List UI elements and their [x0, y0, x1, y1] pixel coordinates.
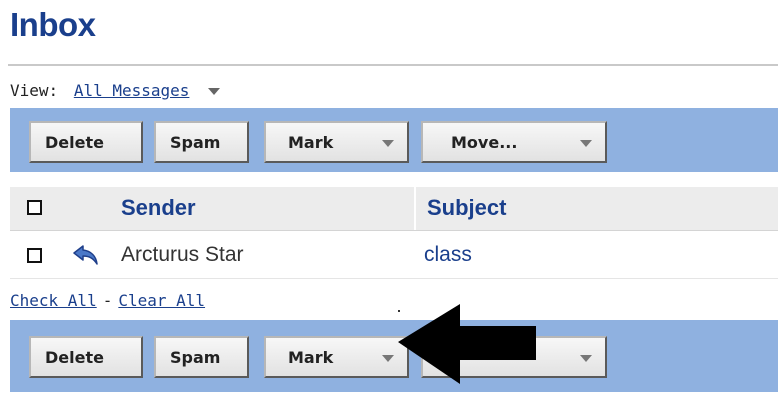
message-checkbox[interactable]	[27, 248, 42, 263]
selection-separator: -	[102, 291, 113, 310]
mark-dropdown-button-bottom[interactable]: Mark	[264, 336, 409, 378]
reply-arrow-icon	[73, 245, 98, 265]
table-header: Sender Subject	[10, 187, 778, 231]
chevron-down-icon	[382, 140, 394, 147]
message-sender[interactable]: Arcturus Star	[121, 243, 244, 267]
spam-button-bottom[interactable]: Spam	[154, 336, 249, 378]
view-label: View:	[10, 81, 59, 100]
spam-button-label: Spam	[170, 347, 221, 367]
view-select-link[interactable]: All Messages	[74, 81, 190, 100]
delete-button[interactable]: Delete	[29, 121, 143, 163]
move-button-label: Move...	[451, 132, 518, 152]
delete-button-label: Delete	[45, 132, 104, 152]
bottom-toolbar: Delete Spam Mark Move...	[10, 320, 778, 392]
page-title: Inbox	[10, 6, 96, 43]
message-subject-link[interactable]: class	[424, 243, 472, 267]
column-divider	[414, 187, 416, 230]
mark-button-label: Mark	[288, 347, 334, 367]
select-all-checkbox[interactable]	[27, 200, 42, 215]
view-filter: View: All Messages	[10, 81, 221, 100]
sender-column-header[interactable]: Sender	[121, 195, 196, 221]
spam-button-label: Spam	[170, 132, 221, 152]
selection-links: Check All - Clear All	[10, 291, 205, 310]
view-dropdown-icon[interactable]	[208, 88, 221, 95]
black-arrow-icon	[398, 304, 536, 384]
move-dropdown-button[interactable]: Move...	[421, 121, 607, 163]
chevron-down-icon	[382, 355, 394, 362]
clear-all-link[interactable]: Clear All	[118, 291, 205, 310]
check-all-link[interactable]: Check All	[10, 291, 97, 310]
mark-dropdown-button[interactable]: Mark	[264, 121, 409, 163]
spam-button[interactable]: Spam	[154, 121, 249, 163]
mark-button-label: Mark	[288, 132, 334, 152]
delete-button-label: Delete	[45, 347, 104, 367]
chevron-down-icon	[580, 355, 592, 362]
subject-column-header[interactable]: Subject	[427, 195, 506, 221]
top-toolbar: Delete Spam Mark Move...	[10, 108, 778, 172]
delete-button-bottom[interactable]: Delete	[29, 336, 143, 378]
chevron-down-icon	[580, 140, 592, 147]
title-divider	[8, 64, 778, 66]
table-row[interactable]: Arcturus Star class	[10, 232, 778, 279]
